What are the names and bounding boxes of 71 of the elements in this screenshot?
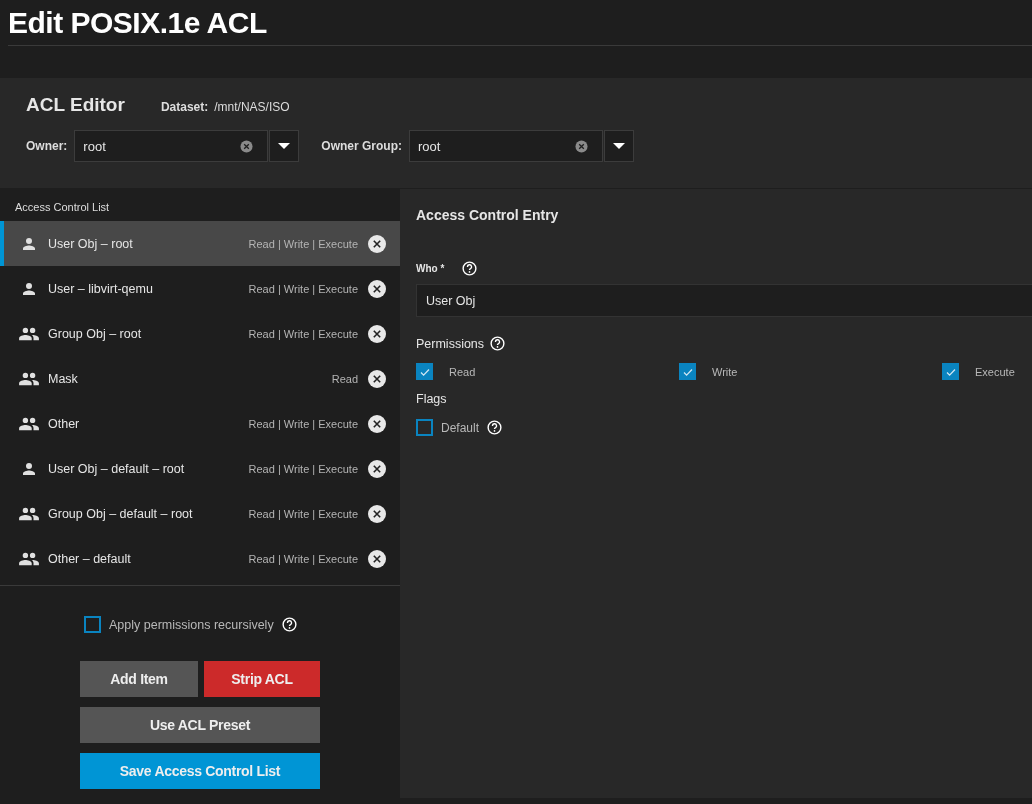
remove-icon[interactable] <box>368 279 386 298</box>
checkbox[interactable] <box>416 419 433 436</box>
acl-entry[interactable]: Other Read | Write | Execute <box>0 401 400 446</box>
action-button[interactable]: Add Item <box>80 661 198 697</box>
help-icon[interactable] <box>462 261 478 276</box>
entry-title: Access Control Entry <box>416 207 560 223</box>
field-label: Who * <box>416 263 445 274</box>
entry-permissions: Read | Write | Execute <box>248 507 358 520</box>
entry-name: Mask <box>48 371 79 386</box>
entry-name: Other <box>48 416 81 431</box>
select-field[interactable]: root <box>409 130 603 162</box>
checkbox-label: Write <box>712 365 738 378</box>
entry-permissions: Read | Write | Execute <box>248 462 358 475</box>
remove-icon[interactable] <box>368 234 386 253</box>
entry-name: User Obj – default – root <box>48 461 186 476</box>
entry-permissions: Read | Write | Execute <box>248 552 358 565</box>
entry-permissions: Read | Write | Execute <box>248 237 358 250</box>
action-button[interactable]: Strip ACL <box>204 661 320 697</box>
remove-icon[interactable] <box>368 324 386 343</box>
dropdown-button[interactable] <box>269 130 300 162</box>
action-button[interactable]: Use ACL Preset <box>80 707 320 743</box>
checkbox[interactable] <box>942 363 959 380</box>
acl-entry[interactable]: Group Obj – default – root Read | Write | Execute <box>0 491 400 536</box>
caret-icon <box>278 143 291 149</box>
section-label: Flags <box>416 392 448 406</box>
remove-icon[interactable] <box>368 369 386 388</box>
checkbox[interactable] <box>416 363 433 380</box>
help-icon[interactable] <box>487 420 503 435</box>
entry-permissions: Read <box>331 372 358 385</box>
entry-name: User – libvirt-qemu <box>48 281 154 296</box>
remove-icon[interactable] <box>368 414 386 433</box>
caret-icon <box>613 143 625 149</box>
clear-icon[interactable] <box>240 139 254 153</box>
entry-permissions: Read | Write | Execute <box>248 282 358 295</box>
checkbox[interactable] <box>84 616 101 633</box>
dataset-label: Dataset: <box>160 100 209 114</box>
field-value: root <box>83 138 106 154</box>
help-icon[interactable] <box>490 336 506 351</box>
dropdown-button[interactable] <box>604 130 634 162</box>
clear-icon[interactable] <box>575 139 588 153</box>
remove-icon[interactable] <box>368 549 386 568</box>
entry-permissions: Read | Write | Execute <box>248 327 358 340</box>
entry-name: User Obj – root <box>48 236 134 251</box>
acl-entry[interactable]: Group Obj – root Read | Write | Execute <box>0 311 400 356</box>
page-title: Edit POSIX.1e ACL <box>7 5 268 41</box>
entry-name: Group Obj – root <box>48 326 143 341</box>
entry-name: Group Obj – default – root <box>48 506 194 521</box>
acl-entry[interactable]: User Obj – root Read | Write | Execute <box>0 221 400 266</box>
field-label: Owner Group: <box>321 139 402 153</box>
checkbox-label: Apply permissions recursively <box>109 617 274 632</box>
editor-title: ACL Editor <box>26 94 125 116</box>
list-title: Access Control List <box>14 200 111 215</box>
checkbox-label: Default <box>441 420 480 435</box>
section-label: Permissions <box>416 336 485 351</box>
entry-permissions: Read | Write | Execute <box>248 417 358 430</box>
who-field[interactable]: User Obj <box>416 284 1032 317</box>
acl-entry[interactable]: Other – default Read | Write | Execute <box>0 536 400 581</box>
remove-icon[interactable] <box>368 504 386 523</box>
checkbox-label: Read <box>449 365 476 378</box>
remove-icon[interactable] <box>368 459 386 478</box>
help-icon[interactable] <box>281 617 297 632</box>
acl-entry[interactable]: User – libvirt-qemu Read | Write | Execute <box>0 266 400 311</box>
entry-name: Other – default <box>48 551 132 566</box>
checkbox-label: Execute <box>975 365 1015 378</box>
select-field[interactable]: root <box>74 130 269 162</box>
field-label: Owner: <box>26 139 68 153</box>
acl-entry[interactable]: Mask Read <box>0 356 400 401</box>
acl-entry[interactable]: User Obj – default – root Read | Write | Execute <box>0 446 400 491</box>
checkbox[interactable] <box>679 363 696 380</box>
dataset-path: /mnt/NAS/ISO <box>214 100 290 114</box>
field-value: root <box>418 138 441 154</box>
